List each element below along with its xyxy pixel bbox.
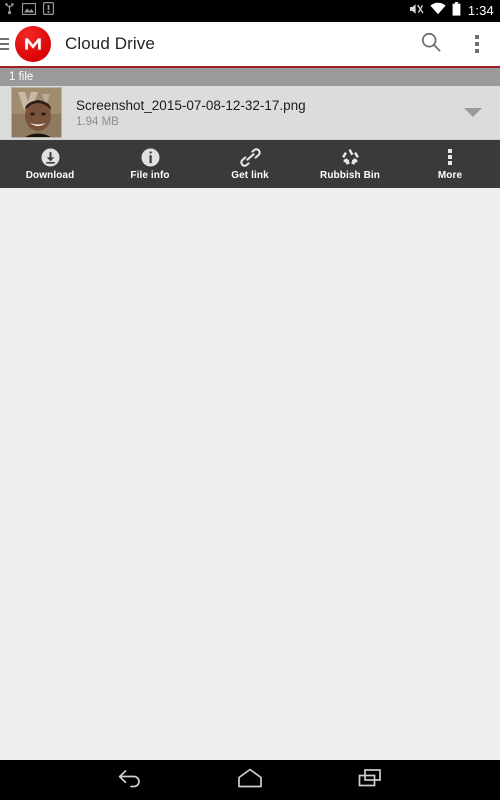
more-button[interactable]: More [400, 140, 500, 188]
action-label: Rubbish Bin [320, 170, 380, 181]
file-info-button[interactable]: File info [100, 140, 200, 188]
sim-card-alert-icon [43, 2, 55, 20]
link-chain-icon [239, 147, 261, 167]
action-label: Get link [231, 170, 269, 181]
file-list-content-area [0, 188, 500, 760]
back-arrow-icon [116, 767, 144, 794]
search-button[interactable] [408, 22, 454, 66]
recents-icon [356, 767, 384, 794]
status-bar-right-icons: 1:34 [409, 0, 494, 22]
file-meta: Screenshot_2015-07-08-12-32-17.png 1.94 … [76, 98, 306, 128]
table-row[interactable]: Screenshot_2015-07-08-12-32-17.png 1.94 … [0, 86, 500, 140]
mega-logo[interactable] [15, 26, 51, 62]
status-bar-left-icons [4, 2, 55, 20]
recents-button[interactable] [343, 760, 397, 800]
status-bar: 1:34 [0, 0, 500, 22]
back-button[interactable] [103, 760, 157, 800]
file-size: 1.94 MB [76, 115, 119, 128]
app-bar-actions [408, 22, 500, 66]
action-label: Download [25, 170, 75, 181]
photo-thumbnail[interactable] [11, 87, 62, 138]
file-count-label: 1 file [9, 71, 34, 83]
file-count-header: 1 file [0, 68, 500, 86]
hamburger-menu-icon[interactable] [0, 38, 9, 50]
get-link-button[interactable]: Get link [200, 140, 300, 188]
screenshot-captured-icon [21, 2, 37, 20]
battery-icon [452, 1, 461, 21]
home-button[interactable] [223, 760, 277, 800]
rubbish-bin-button[interactable]: Rubbish Bin [300, 140, 400, 188]
overflow-menu-icon [448, 147, 452, 167]
system-navigation-bar [0, 760, 500, 800]
logo-letter-m-icon [25, 38, 41, 50]
overflow-menu-button[interactable] [454, 22, 500, 66]
page-title: Cloud Drive [65, 34, 155, 53]
device-screen: 1:34 Cloud Drive 1 file Screenshot_2015-… [0, 0, 500, 800]
info-circle-icon [141, 147, 160, 167]
app-bar: Cloud Drive [0, 22, 500, 66]
download-circle-icon [41, 147, 60, 167]
action-label: File info [130, 170, 170, 181]
overflow-menu-icon [475, 35, 479, 53]
status-bar-clock: 1:34 [467, 3, 494, 18]
selection-action-bar: Download File info Get link Rubbish Bin … [0, 140, 500, 188]
action-label: More [437, 170, 463, 181]
download-button[interactable]: Download [0, 140, 100, 188]
chevron-down-icon[interactable] [464, 108, 482, 117]
search-icon [420, 31, 442, 58]
home-icon [235, 767, 265, 794]
volume-muted-icon [409, 2, 424, 21]
usb-debugging-icon [4, 2, 15, 20]
wifi-icon [430, 2, 446, 20]
file-name: Screenshot_2015-07-08-12-32-17.png [76, 97, 306, 113]
recycle-bin-icon [341, 147, 360, 167]
